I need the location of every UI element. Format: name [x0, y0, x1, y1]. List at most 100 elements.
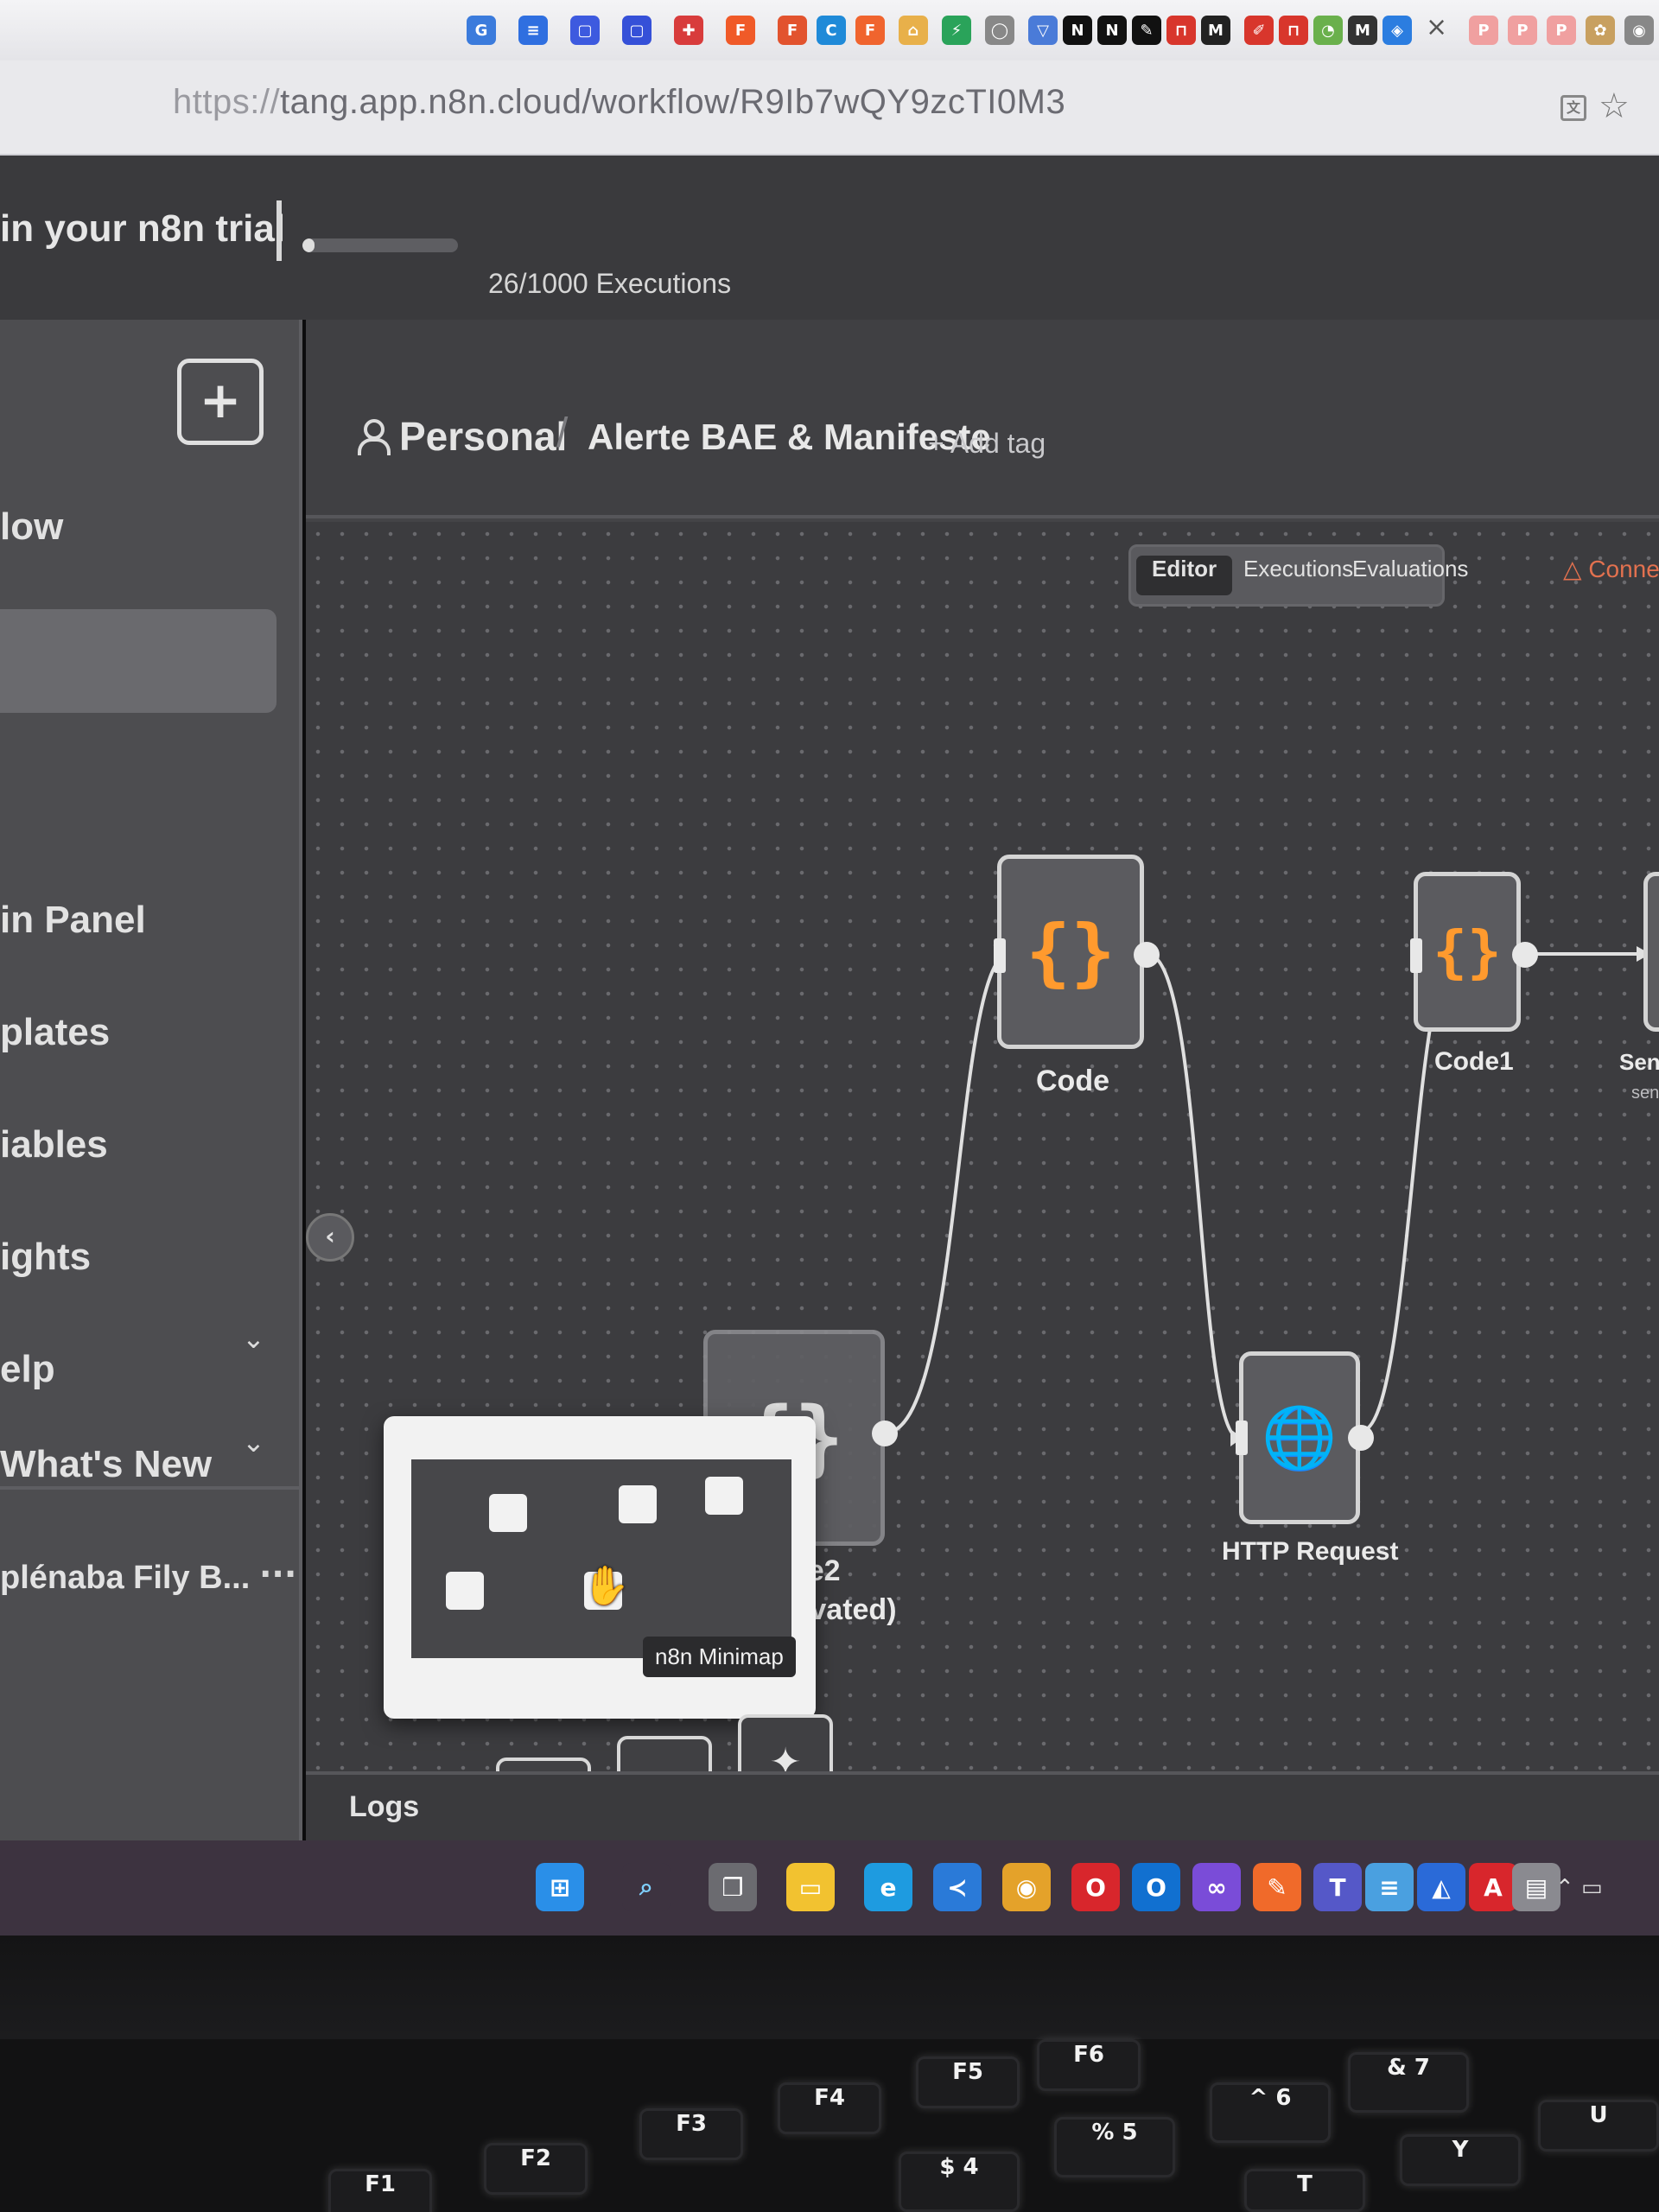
minimap-tooltip: n8n Minimap — [643, 1637, 796, 1677]
sidebar-item-variables[interactable]: iables — [0, 1123, 108, 1166]
bookmark-favicon[interactable]: ✎ — [1132, 16, 1161, 45]
acrobat-icon[interactable]: A — [1469, 1863, 1517, 1911]
collapse-sidebar-button[interactable]: ‹ — [306, 1213, 354, 1262]
sidebar-item-workflows[interactable]: low — [0, 505, 63, 549]
sidebar-item-whats-new[interactable]: What's New — [0, 1443, 212, 1486]
node-code1[interactable]: {} — [1414, 872, 1521, 1032]
app-icon[interactable]: ▤ — [1512, 1863, 1560, 1911]
teams-icon[interactable]: T — [1313, 1863, 1362, 1911]
bookmark-favicon[interactable]: F — [855, 16, 885, 45]
code-braces-icon: {} — [1433, 918, 1502, 985]
sidebar-item-insights[interactable]: ights — [0, 1236, 91, 1279]
bookmark-favicon[interactable]: G — [467, 16, 496, 45]
user-menu-more-icon[interactable]: ... — [259, 1547, 296, 1585]
bookmark-favicon[interactable]: F — [778, 16, 807, 45]
node-input-port[interactable] — [1236, 1421, 1248, 1455]
sidebar-item-admin-panel[interactable]: in Panel — [0, 899, 146, 942]
node-output-port[interactable] — [1134, 942, 1160, 968]
task-view-icon[interactable]: ❐ — [709, 1863, 757, 1911]
sidebar-divider — [0, 1486, 302, 1490]
bookmark-favicon[interactable]: ✐ — [1244, 16, 1274, 45]
photos-icon[interactable]: ◭ — [1417, 1863, 1465, 1911]
postman-icon[interactable]: ✎ — [1253, 1863, 1301, 1911]
sidebar-item-active[interactable] — [0, 609, 276, 713]
url-scheme: https:// — [173, 83, 281, 121]
node-subtitle: send — [1631, 1084, 1659, 1103]
bookmark-favicon[interactable]: P — [1547, 16, 1576, 45]
chevron-down-icon[interactable]: ⌄ — [242, 1322, 265, 1355]
node-output-port[interactable] — [1512, 942, 1538, 968]
bookmark-favicon[interactable]: ◔ — [1313, 16, 1343, 45]
notepad-icon[interactable]: ≡ — [1365, 1863, 1414, 1911]
sidebar-item-help[interactable]: elp — [0, 1348, 55, 1391]
user-icon — [358, 419, 391, 455]
bookmark-favicon[interactable]: N — [1063, 16, 1092, 45]
bookmark-favicon[interactable]: ⊓ — [1166, 16, 1196, 45]
node-http-request[interactable]: 🌐 — [1239, 1351, 1360, 1524]
bookmark-favicon[interactable]: M — [1201, 16, 1230, 45]
workflow-canvas[interactable]: {} Code {} Code1 Send send 🌐 HTTP Reques… — [306, 522, 1659, 1874]
bookmark-favicon[interactable]: ◉ — [1624, 16, 1654, 45]
bookmark-favicon[interactable]: P — [1508, 16, 1537, 45]
globe-icon: 🌐 — [1262, 1402, 1338, 1473]
add-button[interactable]: + — [177, 359, 264, 445]
chevron-down-icon[interactable]: ⌄ — [242, 1426, 265, 1459]
bookmark-favicon[interactable]: F — [726, 16, 755, 45]
bookmark-favicon[interactable]: ◈ — [1382, 16, 1412, 45]
executions-progress-fill — [302, 238, 315, 252]
chrome-icon[interactable]: ◉ — [1002, 1863, 1051, 1911]
windows-taskbar: ⊞ ⌕ ❐ ▭ e ≺ ◉ O O ∞ ✎ T ≡ ◭ A ▤ ⌃ ▭ — [0, 1840, 1659, 1936]
file-explorer-icon[interactable]: ▭ — [786, 1863, 835, 1911]
minimap-viewport[interactable] — [411, 1459, 791, 1658]
url-text[interactable]: https://tang.app.n8n.cloud/workflow/R9Ib… — [173, 83, 1065, 122]
windows-start-icon[interactable]: ⊞ — [536, 1863, 584, 1911]
node-output-port[interactable] — [872, 1421, 898, 1446]
logs-panel[interactable]: Logs — [306, 1771, 1659, 1840]
opera-icon[interactable]: O — [1071, 1863, 1120, 1911]
outlook-icon[interactable]: O — [1132, 1863, 1180, 1911]
search-icon[interactable]: ⌕ — [622, 1863, 671, 1911]
bookmark-favicon[interactable]: ⌂ — [899, 16, 928, 45]
executions-progress-bar — [302, 238, 458, 252]
connection-warning[interactable]: △ Connection — [1563, 555, 1659, 583]
add-tag-button[interactable]: + Add tag — [928, 428, 1046, 460]
node-output-port[interactable] — [1348, 1425, 1374, 1451]
node-input-port[interactable] — [994, 938, 1006, 973]
system-tray[interactable]: ⌃ ▭ — [1555, 1875, 1603, 1901]
vscode-icon[interactable]: ≺ — [933, 1863, 982, 1911]
node-code[interactable]: {} — [997, 855, 1144, 1049]
node-send[interactable] — [1643, 872, 1659, 1032]
bookmark-favicon[interactable]: ⚡ — [942, 16, 971, 45]
bookmark-favicon[interactable]: C — [817, 16, 846, 45]
bookmark-favicon[interactable]: M — [1348, 16, 1377, 45]
key-f2: F2 — [484, 2143, 588, 2195]
user-name[interactable]: plénaba Fily B... — [0, 1560, 250, 1597]
visual-studio-icon[interactable]: ∞ — [1192, 1863, 1241, 1911]
bookmark-star-icon[interactable]: ☆ — [1599, 86, 1630, 126]
translate-icon[interactable]: 文 — [1560, 95, 1586, 121]
bookmark-favicon[interactable]: ◯ — [985, 16, 1014, 45]
minimap-node — [446, 1572, 484, 1610]
bookmark-favicon[interactable]: ⊓ — [1279, 16, 1308, 45]
node-label: HTTP Request — [1222, 1537, 1399, 1566]
bookmark-favicon[interactable]: ▢ — [570, 16, 600, 45]
sidebar-item-templates[interactable]: plates — [0, 1011, 110, 1054]
logs-label[interactable]: Logs — [349, 1790, 419, 1824]
bookmark-favicon[interactable]: ▢ — [622, 16, 652, 45]
bookmark-favicon[interactable]: ▽ — [1028, 16, 1058, 45]
bookmark-favicon[interactable]: ✿ — [1586, 16, 1615, 45]
key-f5: F5 — [916, 2056, 1020, 2108]
minimap-node — [619, 1485, 657, 1523]
edge-icon[interactable]: e — [864, 1863, 912, 1911]
sidebar: + low in Panel plates iables ights elp ⌄… — [0, 320, 302, 1840]
node-input-port[interactable] — [1410, 938, 1422, 973]
breadcrumb-project[interactable]: Personal — [399, 413, 567, 460]
tab-evaluations[interactable]: Evaluations — [1337, 556, 1484, 595]
bookmark-favicon[interactable]: ✚ — [674, 16, 703, 45]
address-bar[interactable]: https://tang.app.n8n.cloud/workflow/R9Ib… — [0, 60, 1659, 156]
tab-editor[interactable]: Editor — [1136, 556, 1233, 595]
bookmark-favicon[interactable]: ≡ — [518, 16, 548, 45]
bookmark-favicon[interactable]: P — [1469, 16, 1498, 45]
bookmark-favicon[interactable]: N — [1097, 16, 1127, 45]
tab-close-icon[interactable]: × — [1426, 12, 1447, 42]
